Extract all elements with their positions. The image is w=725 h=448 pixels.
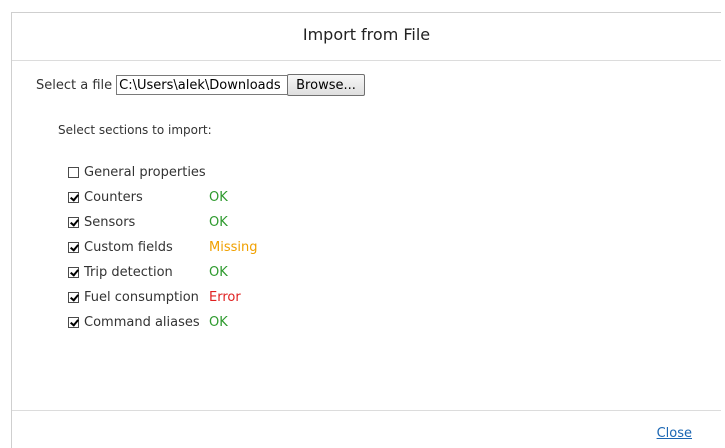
- section-item-fuel-consumption: Fuel consumption Error: [68, 285, 257, 310]
- browse-button[interactable]: Browse...: [287, 74, 365, 96]
- dialog-title: Import from File: [12, 13, 721, 61]
- section-item-trip-detection: Trip detection OK: [68, 260, 257, 285]
- general-properties-checkbox[interactable]: [68, 167, 79, 178]
- fuel-consumption-label: Fuel consumption: [84, 290, 199, 305]
- fuel-consumption-checkbox[interactable]: [68, 292, 79, 303]
- close-link[interactable]: Close: [657, 426, 692, 441]
- trip-detection-checkbox[interactable]: [68, 267, 79, 278]
- import-dialog: Import from File Select a file Browse...…: [11, 12, 721, 448]
- fuel-consumption-status: Error: [209, 290, 241, 305]
- file-path-input[interactable]: [116, 75, 288, 95]
- general-properties-label: General properties: [84, 165, 206, 180]
- command-aliases-checkbox[interactable]: [68, 317, 79, 328]
- section-list: General properties Counters OK Sensors O…: [68, 160, 257, 335]
- footer-divider: [12, 410, 721, 411]
- file-label: Select a file: [36, 77, 113, 93]
- custom-fields-label: Custom fields: [84, 240, 173, 255]
- counters-checkbox[interactable]: [68, 192, 79, 203]
- sensors-checkbox[interactable]: [68, 217, 79, 228]
- trip-detection-status: OK: [209, 265, 228, 280]
- counters-status: OK: [209, 190, 228, 205]
- section-item-command-aliases: Command aliases OK: [68, 310, 257, 335]
- sensors-label: Sensors: [84, 215, 136, 230]
- command-aliases-label: Command aliases: [84, 315, 200, 330]
- custom-fields-checkbox[interactable]: [68, 242, 79, 253]
- custom-fields-status: Missing: [209, 240, 258, 255]
- counters-label: Counters: [84, 190, 143, 205]
- command-aliases-status: OK: [209, 315, 228, 330]
- section-item-custom-fields: Custom fields Missing: [68, 235, 257, 260]
- section-item-sensors: Sensors OK: [68, 210, 257, 235]
- sections-label: Select sections to import:: [58, 123, 212, 137]
- section-item-general-properties: General properties: [68, 160, 257, 185]
- file-select-row: Select a file Browse...: [36, 73, 365, 97]
- trip-detection-label: Trip detection: [84, 265, 173, 280]
- sensors-status: OK: [209, 215, 228, 230]
- section-item-counters: Counters OK: [68, 185, 257, 210]
